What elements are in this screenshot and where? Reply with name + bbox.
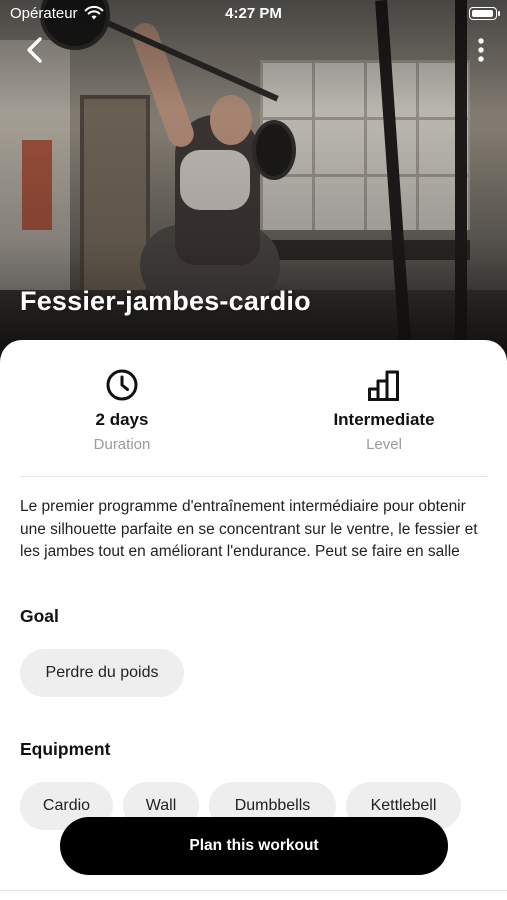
program-title: Fessier-jambes-cardio bbox=[20, 286, 311, 316]
clock-icon bbox=[106, 369, 138, 401]
vertical-ellipsis-icon bbox=[478, 38, 484, 62]
back-button[interactable] bbox=[20, 32, 52, 68]
bar-chart-icon bbox=[368, 370, 399, 401]
plan-workout-button[interactable]: Plan this workout bbox=[60, 817, 448, 875]
status-bar: Opérateur 4:27 PM bbox=[0, 0, 507, 28]
program-stats: 2 days Duration Intermediate Level bbox=[20, 340, 487, 477]
goal-chip[interactable]: Perdre du poids bbox=[20, 649, 184, 697]
clock-time: 4:27 PM bbox=[225, 5, 282, 22]
chevron-left-icon bbox=[27, 37, 42, 63]
divider bbox=[0, 890, 507, 891]
goal-heading: Goal bbox=[20, 606, 59, 626]
duration-value: 2 days bbox=[95, 410, 149, 429]
level-stat: Intermediate Level bbox=[284, 340, 484, 453]
equipment-heading: Equipment bbox=[20, 739, 111, 759]
level-label: Level bbox=[366, 436, 402, 453]
duration-stat: 2 days Duration bbox=[22, 340, 222, 453]
level-value: Intermediate bbox=[333, 410, 435, 429]
program-details-card: 2 days Duration Intermediate Level Le pr… bbox=[0, 340, 507, 900]
duration-label: Duration bbox=[93, 436, 151, 453]
program-description: Le premier programme d'entraînement inte… bbox=[20, 498, 478, 560]
battery-icon bbox=[469, 7, 500, 20]
more-options-button[interactable] bbox=[475, 36, 487, 66]
